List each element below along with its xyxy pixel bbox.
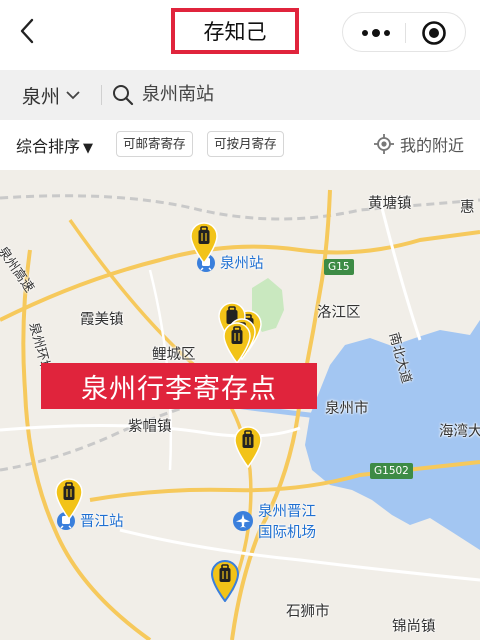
locate-icon (373, 134, 394, 154)
capsule-divider (405, 23, 406, 43)
sort-arrow-icon: ▼ (83, 141, 94, 156)
place-jinshang: 锦尚镇 (392, 619, 436, 635)
target-close-icon[interactable] (421, 20, 447, 46)
quanzhou-station-label: 泉州站 (220, 256, 264, 272)
luggage-pin[interactable] (221, 320, 253, 364)
airport-icon (233, 511, 253, 531)
luggage-pin-selected[interactable] (209, 558, 241, 602)
filter-chip-mail[interactable]: 可邮寄寄存 (116, 131, 193, 157)
place-zimao: 紫帽镇 (128, 419, 172, 435)
secondary-road (378, 199, 422, 341)
airport-label-1: 泉州晋江 (258, 504, 316, 520)
place-luojiang: 洛江区 (317, 305, 361, 321)
more-dots-icon[interactable] (359, 23, 393, 43)
poi-airport[interactable]: 泉州晋江 国际机场 (232, 500, 316, 542)
divider (101, 85, 102, 105)
mini-program-capsule (342, 12, 466, 52)
search-bar: 泉州 泉州南站 (0, 70, 480, 120)
filter-chip-monthly[interactable]: 可按月寄存 (207, 131, 284, 157)
search-icon (113, 85, 134, 106)
place-licheng: 鲤城区 (152, 347, 196, 363)
luggage-pin[interactable] (188, 220, 220, 264)
nearby-button[interactable]: 我的附近 (373, 132, 464, 156)
promo-banner: 泉州行李寄存点 (41, 363, 317, 409)
search-input[interactable]: 泉州南站 (142, 70, 214, 120)
luggage-pin[interactable] (53, 476, 85, 520)
place-xiamei: 霞美镇 (80, 312, 124, 328)
page-title: 存知己 (171, 8, 299, 54)
sort-label: 综合排序 (16, 137, 81, 156)
chevron-down-icon (66, 91, 80, 100)
airport-label-2: 国际机场 (258, 525, 316, 541)
road-shield-g15: G15 (324, 259, 354, 275)
luggage-pin[interactable] (232, 424, 264, 468)
chevron-left-icon[interactable] (16, 14, 40, 48)
road-shield-g1502: G1502 (370, 463, 413, 479)
sort-dropdown[interactable]: 综合排序 ▼ (16, 133, 93, 157)
jinjiang-station-label: 晋江站 (80, 514, 124, 530)
place-huangtang: 黄塘镇 (368, 196, 412, 212)
map-view[interactable]: 黄塘镇 惠 洛江区 霞美镇 鲤城区 泉州市 紫帽镇 海湾大 石狮市 锦尚镇 泉州… (0, 170, 480, 640)
city-label: 泉州 (22, 85, 61, 108)
nearby-label: 我的附近 (399, 136, 464, 155)
place-shishi: 石狮市 (286, 604, 330, 620)
place-haiwan: 海湾大 (439, 424, 480, 440)
place-hui: 惠 (460, 200, 475, 216)
city-selector[interactable]: 泉州 (22, 70, 80, 120)
place-quanzhou-city: 泉州市 (325, 401, 369, 417)
nav-header: 存知己 (0, 0, 480, 64)
